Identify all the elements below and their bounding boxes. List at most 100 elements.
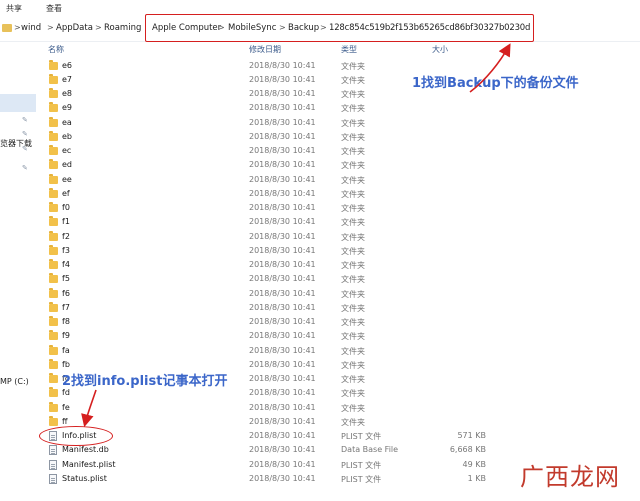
folder-icon <box>49 130 58 141</box>
file-row[interactable]: f6 2018/8/30 10:41 文件夹 <box>36 287 640 301</box>
file-row[interactable]: ec 2018/8/30 10:41 文件夹 <box>36 144 640 158</box>
file-row[interactable]: f5 2018/8/30 10:41 文件夹 <box>36 272 640 286</box>
pin-icon[interactable]: ✎ <box>22 130 30 138</box>
file-date: 2018/8/30 10:41 <box>249 146 316 155</box>
file-row[interactable]: f2 2018/8/30 10:41 文件夹 <box>36 230 640 244</box>
file-icon <box>49 473 57 484</box>
folder-icon <box>49 145 58 155</box>
pin-icon[interactable]: ✎ <box>22 116 30 124</box>
file-name: f2 <box>62 231 70 241</box>
file-name: ef <box>62 188 70 198</box>
nav-item-drive-c[interactable]: MP (C:) <box>0 377 29 386</box>
file-name: ec <box>62 146 72 155</box>
file-type: Data Base File <box>341 445 399 455</box>
file-row[interactable]: f8 2018/8/30 10:41 文件夹 <box>36 315 640 329</box>
breadcrumb-item-wind[interactable]: wind <box>21 23 41 33</box>
file-type: 文件夹 <box>341 104 365 114</box>
file-type: 文件夹 <box>341 90 365 99</box>
file-size: 6,668 KB <box>449 445 486 455</box>
watermark-logo: 广西龙网 <box>506 451 636 493</box>
file-type: 文件夹 <box>341 375 365 384</box>
file-date: 2018/8/30 10:41 <box>249 317 316 326</box>
file-name: ff <box>62 416 68 426</box>
folder-icon <box>49 316 58 326</box>
file-row[interactable]: e6 2018/8/30 10:41 文件夹 <box>36 59 640 73</box>
folder-icon <box>49 102 58 113</box>
file-name: ea <box>62 117 72 127</box>
file-date: 2018/8/30 10:41 <box>249 117 316 127</box>
file-row[interactable]: f3 2018/8/30 10:41 文件夹 <box>36 244 640 258</box>
file-type: 文件夹 <box>341 218 365 228</box>
folder-icon <box>49 230 58 241</box>
file-date: 2018/8/30 10:41 <box>249 245 316 255</box>
file-row[interactable]: ee 2018/8/30 10:41 文件夹 <box>36 173 640 187</box>
file-date: 2018/8/30 10:41 <box>249 60 316 70</box>
file-name: ee <box>62 174 72 184</box>
file-type: 文件夹 <box>341 132 365 142</box>
file-row[interactable]: ea 2018/8/30 10:41 文件夹 <box>36 116 640 130</box>
folder-icon <box>49 244 58 255</box>
column-header-name[interactable]: 名称 <box>48 44 64 55</box>
file-name: Manifest.plist <box>62 459 116 469</box>
file-name: ed <box>62 160 72 170</box>
file-name: fa <box>62 345 70 355</box>
ribbon-tab-view[interactable]: 查看 <box>46 3 62 14</box>
file-name: f8 <box>62 317 70 326</box>
file-date: 2018/8/30 10:41 <box>249 131 316 141</box>
file-type: 文件夹 <box>341 289 365 299</box>
file-row[interactable]: Info.plist 2018/8/30 10:41 PLIST 文件 571 KB <box>36 429 640 443</box>
file-row[interactable]: ff 2018/8/30 10:41 文件夹 <box>36 415 640 429</box>
file-row[interactable]: f0 2018/8/30 10:41 文件夹 <box>36 201 640 215</box>
folder-icon <box>49 287 58 298</box>
file-date: 2018/8/30 10:41 <box>249 345 316 355</box>
file-date: 2018/8/30 10:41 <box>249 103 316 113</box>
column-header-date[interactable]: 修改日期 <box>249 44 281 55</box>
file-row[interactable]: f1 2018/8/30 10:41 文件夹 <box>36 215 640 229</box>
file-date: 2018/8/30 10:41 <box>249 288 316 298</box>
file-row[interactable]: fa 2018/8/30 10:41 文件夹 <box>36 344 640 358</box>
file-name: fb <box>62 359 70 369</box>
info-plist-highlight-circle <box>39 426 113 446</box>
file-name: f5 <box>62 274 70 284</box>
file-row[interactable]: ef 2018/8/30 10:41 文件夹 <box>36 187 640 201</box>
nav-selected-item[interactable] <box>0 94 36 112</box>
file-name: fe <box>62 402 70 412</box>
breadcrumb-item-appdata[interactable]: AppData <box>56 23 93 33</box>
file-date: 2018/8/30 10:41 <box>249 359 316 369</box>
file-row[interactable]: f4 2018/8/30 10:41 文件夹 <box>36 258 640 272</box>
folder-icon <box>49 358 58 369</box>
file-type: 文件夹 <box>341 389 365 399</box>
file-date: 2018/8/30 10:41 <box>249 445 316 455</box>
ribbon-tab-share[interactable]: 共享 <box>6 3 22 14</box>
file-type: PLIST 文件 <box>341 460 382 470</box>
folder-icon <box>49 88 58 98</box>
column-header-type[interactable]: 类型 <box>341 44 357 55</box>
nav-item-downloads[interactable]: 览器下载 <box>0 138 32 149</box>
breadcrumb-separator: > <box>14 23 21 32</box>
file-row[interactable]: f9 2018/8/30 10:41 文件夹 <box>36 329 640 343</box>
file-type: 文件夹 <box>341 61 365 71</box>
file-date: 2018/8/30 10:41 <box>249 188 316 198</box>
file-row[interactable]: e9 2018/8/30 10:41 文件夹 <box>36 101 640 115</box>
file-row[interactable]: f7 2018/8/30 10:41 文件夹 <box>36 301 640 315</box>
file-row[interactable]: fe 2018/8/30 10:41 文件夹 <box>36 401 640 415</box>
file-date: 2018/8/30 10:41 <box>249 217 316 227</box>
file-date: 2018/8/30 10:41 <box>249 374 316 383</box>
folder-icon <box>49 301 58 312</box>
breadcrumb-item-roaming[interactable]: Roaming <box>104 23 141 33</box>
file-size: 1 KB <box>467 473 486 483</box>
column-header-size[interactable]: 大小 <box>432 44 448 55</box>
file-type: 文件夹 <box>341 189 365 199</box>
file-row[interactable]: eb 2018/8/30 10:41 文件夹 <box>36 130 640 144</box>
file-type: 文件夹 <box>341 175 365 185</box>
file-type: 文件夹 <box>341 75 365 85</box>
file-row[interactable]: ed 2018/8/30 10:41 文件夹 <box>36 158 640 172</box>
file-name: e9 <box>62 103 73 113</box>
file-name: f1 <box>62 217 70 227</box>
file-date: 2018/8/30 10:41 <box>249 331 316 341</box>
pin-icon[interactable]: ✎ <box>22 164 30 172</box>
file-type: PLIST 文件 <box>341 474 382 484</box>
folder-icon <box>49 373 58 383</box>
file-date: 2018/8/30 10:41 <box>249 402 316 412</box>
annotation-step-2: 2找到info.plist记事本打开 <box>62 374 228 389</box>
